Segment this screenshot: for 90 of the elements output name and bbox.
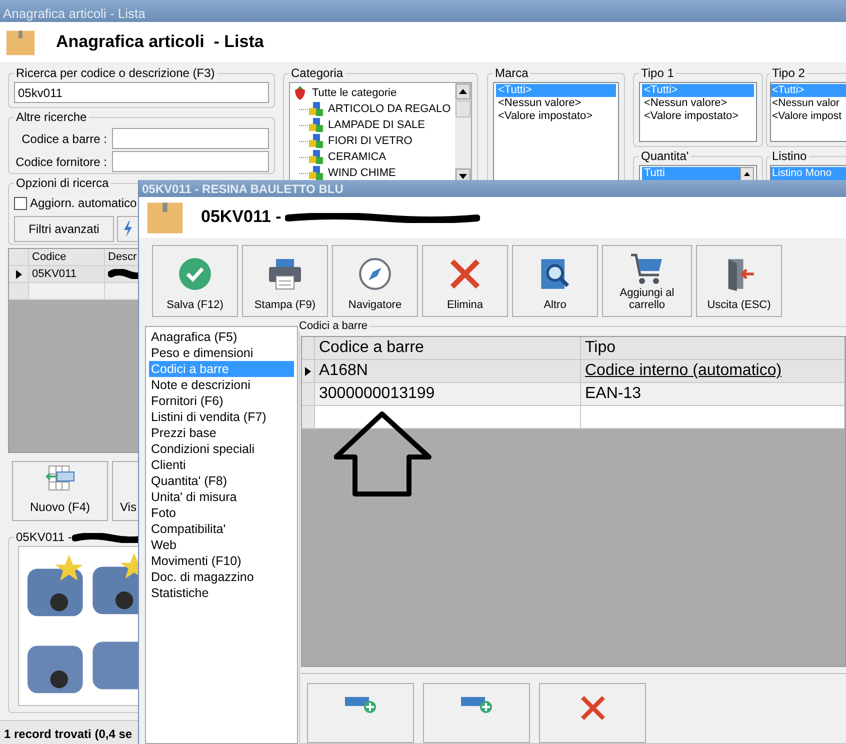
delete-button[interactable] [539, 683, 646, 743]
grid-arrow-icon [45, 464, 75, 492]
field-label: Codice fornitore : [14, 154, 108, 170]
section-item[interactable]: Listini di vendita (F7) [149, 409, 294, 425]
strawberry-icon [292, 85, 308, 101]
action-button[interactable]: Nuovo (F4) [12, 461, 108, 521]
checkbox-label: Aggiorn. automatico [30, 195, 137, 212]
toolbar-button[interactable]: Uscita (ESC) [696, 245, 782, 317]
printer-icon [267, 257, 303, 291]
tree-item[interactable]: ARTICOLO DA REGALO [328, 100, 451, 118]
section-item[interactable]: Fornitori (F6) [149, 393, 294, 409]
cubes-icon [308, 133, 324, 149]
x-icon [448, 257, 482, 291]
table-cell[interactable]: Codice interno (automatico) [581, 360, 845, 383]
table-cell[interactable]: EAN-13 [581, 383, 845, 406]
section-item[interactable]: Clienti [149, 457, 294, 473]
window-heading: 05KV011 - [201, 207, 282, 228]
group-label: Listino [771, 150, 808, 163]
tree-item[interactable]: FIORI DI VETRO [328, 132, 412, 150]
list-option[interactable]: <Nessun valore> [496, 97, 616, 110]
toolbar-button[interactable]: Navigatore [332, 245, 418, 317]
row-pointer-icon [16, 270, 22, 278]
window-title: Anagrafica articoli - Lista [0, 0, 846, 22]
list-option[interactable]: <Nessun valore> [642, 97, 754, 110]
group-label: Tipo 2 [771, 67, 806, 80]
group-label: Tipo 1 [640, 67, 675, 80]
toolbar-button[interactable]: Elimina [422, 245, 508, 317]
column-header: Codice a barre [315, 337, 581, 360]
group-label: Codici a barre [299, 320, 368, 332]
cart-icon [629, 251, 665, 287]
section-item[interactable]: Compatibilita' [149, 521, 294, 537]
table-cell: A168N [315, 360, 581, 383]
section-item[interactable]: Statistiche [149, 585, 294, 601]
column-header: Tipo [581, 337, 845, 360]
section-item[interactable]: Movimenti (F10) [149, 553, 294, 569]
group-label: Opzioni di ricerca [15, 177, 110, 190]
section-item[interactable]: Peso e dimensioni [149, 345, 294, 361]
add-button[interactable] [423, 683, 530, 743]
tree-item[interactable]: LAMPADE DI SALE [328, 116, 425, 134]
cubes-icon [308, 117, 324, 133]
tree-item[interactable]: Tutte le categorie [312, 84, 397, 102]
add-row-icon [344, 694, 378, 714]
cubes-icon [308, 149, 324, 165]
toolbar-button[interactable]: Altro [512, 245, 598, 317]
column-header: Codice [29, 249, 105, 266]
section-item[interactable]: Note e descrizioni [149, 377, 294, 393]
cubes-icon [308, 101, 324, 117]
group-label: Ricerca per codice o descrizione (F3) [15, 67, 216, 80]
group-label: Categoria [290, 67, 344, 80]
section-item[interactable]: Web [149, 537, 294, 553]
add-button[interactable] [307, 683, 414, 743]
section-item[interactable]: Foto [149, 505, 294, 521]
book-magnifier-icon [538, 257, 572, 291]
toolbar-button[interactable]: Aggiungi al carrello [602, 245, 692, 317]
group-label: 05KV011 - [16, 531, 72, 544]
window-heading: Anagrafica articoli - Lista [56, 32, 264, 52]
toolbar-button[interactable]: Stampa (F9) [242, 245, 328, 317]
section-item[interactable]: Condizioni speciali [149, 441, 294, 457]
table-cell: 05KV011 [29, 266, 105, 283]
check-icon [178, 257, 212, 291]
list-option[interactable]: <Valore impost [771, 110, 846, 123]
cubes-icon [308, 165, 324, 181]
row-pointer-icon [305, 366, 311, 376]
list-option[interactable]: <Valore impostato> [496, 110, 616, 123]
lightning-icon [124, 221, 132, 237]
section-item[interactable]: Prezzi base [149, 425, 294, 441]
search-field[interactable]: 05kv011 [14, 82, 269, 103]
group-label: Altre ricerche [15, 111, 88, 124]
list-option[interactable]: <Nessun valor [771, 97, 846, 110]
toolbar-button[interactable]: Salva (F12) [152, 245, 238, 317]
checkbox[interactable] [14, 196, 27, 210]
input-field[interactable] [112, 151, 269, 172]
input-field[interactable] [112, 128, 269, 149]
add-row-icon [460, 694, 494, 714]
table-cell: 3000000013199 [315, 383, 581, 406]
x-icon [578, 694, 606, 722]
group-label: Quantita' [640, 150, 690, 163]
field-label: Codice a barre : [20, 130, 108, 148]
section-item[interactable]: Doc. di magazzino [149, 569, 294, 585]
compass-icon [358, 257, 392, 291]
list-option[interactable]: <Valore impostato> [642, 110, 754, 123]
filter-button[interactable]: Filtri avanzati [14, 216, 114, 242]
row-header-cell [302, 406, 315, 429]
section-item[interactable]: Anagrafica (F5) [149, 329, 294, 345]
section-item[interactable]: Unita' di misura [149, 489, 294, 505]
group-label: Marca [494, 67, 530, 80]
tree-item[interactable]: CERAMICA [328, 148, 386, 166]
tree-item[interactable]: WIND CHIME [328, 164, 396, 182]
window-title: 05KV011 - RESINA BAULETTO BLU [139, 180, 846, 197]
section-item[interactable]: Quantita' (F8) [149, 473, 294, 489]
